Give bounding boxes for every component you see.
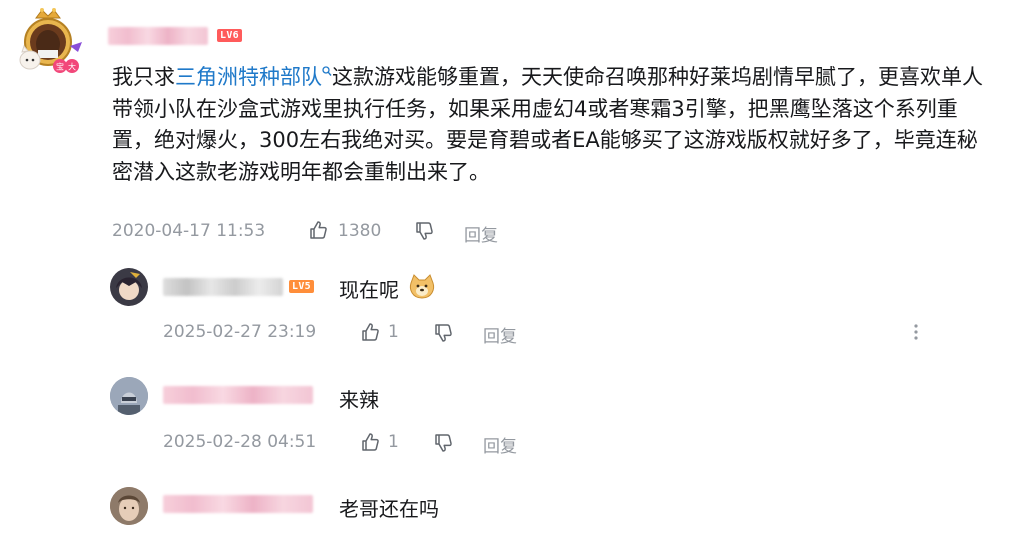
comment-dislike-button[interactable] — [414, 221, 434, 241]
reply-dislike-button[interactable] — [433, 433, 453, 453]
avatar-frame-icon: 宝 大 — [19, 8, 82, 73]
comment-avatar[interactable]: 宝 大 — [12, 6, 84, 78]
reply-username[interactable] — [163, 495, 313, 513]
comment-like-count: 1380 — [338, 221, 382, 241]
thumb-down-icon — [435, 434, 452, 452]
svg-text:宝: 宝 — [56, 62, 64, 72]
reply-text: 来辣 — [339, 388, 379, 412]
search-icon[interactable] — [322, 66, 332, 78]
reply-like-count: 1 — [388, 432, 399, 452]
comment-level-badge: LV6 — [217, 29, 242, 42]
reply-time: 2025-02-28 04:51 — [163, 432, 317, 452]
comment-reply-button[interactable]: 回复 — [464, 221, 498, 246]
doge-emoji — [408, 274, 436, 300]
reply-avatar[interactable] — [110, 268, 148, 306]
comment-text-before: 我只求 — [112, 65, 175, 89]
search-keyword-link[interactable]: 三角洲特种部队 — [175, 65, 322, 89]
reply-username[interactable] — [163, 278, 283, 296]
reply-reply-button[interactable]: 回复 — [483, 432, 517, 457]
reply-like-button[interactable] — [360, 432, 380, 452]
reply-level-badge: LV5 — [289, 280, 314, 293]
thumb-up-icon — [310, 221, 327, 239]
reply-avatar[interactable] — [110, 377, 148, 415]
reply-text: 现在呢 — [339, 278, 399, 302]
reply-like-button[interactable] — [360, 322, 380, 342]
comment-username[interactable] — [108, 27, 208, 45]
thumb-down-icon — [435, 324, 452, 342]
reply-text: 老哥还在吗 — [339, 497, 439, 521]
comment-time: 2020-04-17 11:53 — [112, 221, 266, 241]
thumb-up-icon — [362, 323, 379, 341]
reply-dislike-button[interactable] — [433, 323, 453, 343]
reply-time: 2025-02-27 23:19 — [163, 322, 317, 342]
thumb-up-icon — [362, 433, 379, 451]
more-options-icon[interactable] — [912, 322, 920, 342]
svg-text:大: 大 — [68, 62, 76, 72]
reply-avatar[interactable] — [110, 487, 148, 525]
reply-username[interactable] — [163, 386, 313, 404]
reply-like-count: 1 — [388, 322, 399, 342]
reply-reply-button[interactable]: 回复 — [483, 322, 517, 347]
comment-like-button[interactable] — [308, 220, 328, 240]
comment-text: 我只求三角洲特种部队 这款游戏能够重置，天天使命召唤那种好莱坞剧情早腻了，更喜欢单… — [112, 62, 992, 188]
thumb-down-icon — [416, 222, 433, 240]
